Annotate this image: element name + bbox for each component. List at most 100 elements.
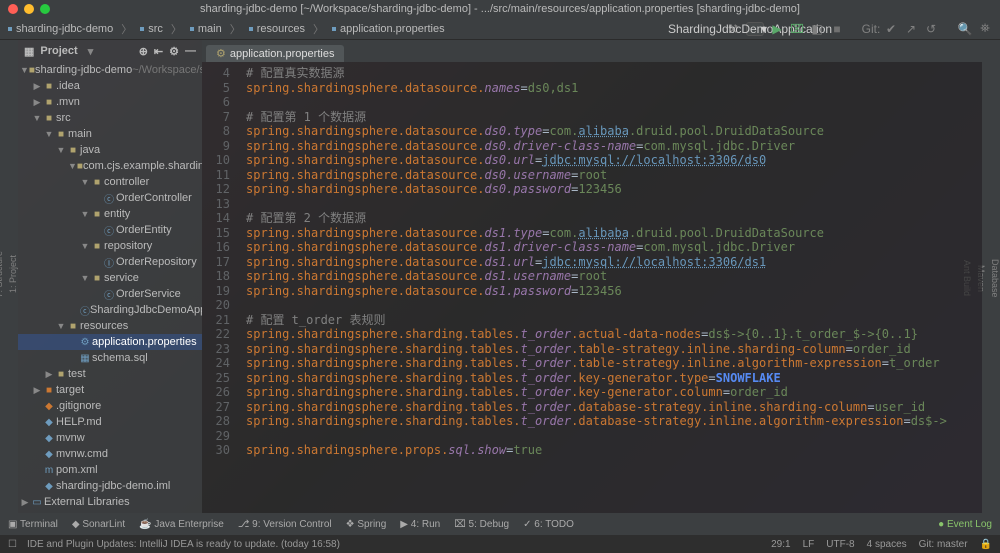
project-tree[interactable]: ▼■ sharding-jdbc-demo ~/Workspace/s▶■ .i… <box>18 62 202 513</box>
code-line[interactable]: # 配置第 2 个数据源 <box>246 211 982 226</box>
tool-window-button[interactable]: Database <box>990 259 1000 298</box>
line-number[interactable]: 30 <box>202 443 238 458</box>
event-log-button[interactable]: ● Event Log <box>938 519 992 530</box>
expand-arrow-icon[interactable]: ▶ <box>32 97 42 108</box>
tree-node[interactable]: ▼■ src <box>18 110 202 126</box>
code-line[interactable] <box>246 298 982 313</box>
expand-arrow-icon[interactable]: ▼ <box>32 113 42 123</box>
breadcrumb-item[interactable]: application.properties <box>340 23 445 35</box>
breadcrumb-item[interactable]: sharding-jdbc-demo <box>16 23 113 35</box>
expand-arrow-icon[interactable]: ▼ <box>80 273 90 283</box>
tree-node[interactable]: ▶■ .mvn <box>18 94 202 110</box>
tree-node[interactable]: ▶■ test <box>18 366 202 382</box>
hide-icon[interactable]: — <box>185 45 196 57</box>
code-line[interactable]: spring.shardingsphere.datasource.names=d… <box>246 81 982 96</box>
bottom-tool-button[interactable]: ❖ Spring <box>346 519 387 530</box>
code-line[interactable]: spring.shardingsphere.datasource.ds1.use… <box>246 269 982 284</box>
code-line[interactable] <box>246 197 982 212</box>
tree-node[interactable]: ⓒ ShardingJdbcDemoApp <box>18 302 202 318</box>
search-icon[interactable]: 🔍 <box>958 22 972 36</box>
line-number[interactable]: 9 <box>202 139 238 154</box>
tree-node[interactable]: ⓒ OrderController <box>18 190 202 206</box>
bottom-tool-button[interactable]: ⌧ 5: Debug <box>454 519 509 530</box>
expand-arrow-icon[interactable]: ▶ <box>20 497 30 508</box>
line-number[interactable]: 16 <box>202 240 238 255</box>
line-number[interactable]: 18 <box>202 269 238 284</box>
code-line[interactable]: # 配置 t_order 表规则 <box>246 313 982 328</box>
code-line[interactable]: spring.shardingsphere.datasource.ds1.typ… <box>246 226 982 241</box>
run-icon[interactable]: ▶ <box>770 22 784 36</box>
coverage-icon[interactable]: ◧ <box>810 22 824 36</box>
code-line[interactable]: spring.shardingsphere.sharding.tables.t_… <box>246 400 982 415</box>
tree-node[interactable]: ◆ mvnw <box>18 430 202 446</box>
line-number[interactable]: 12 <box>202 182 238 197</box>
line-number[interactable]: 22 <box>202 327 238 342</box>
code-line[interactable]: spring.shardingsphere.sharding.tables.t_… <box>246 327 982 342</box>
code-line[interactable]: spring.shardingsphere.datasource.ds0.pas… <box>246 182 982 197</box>
tree-node[interactable]: ▼■ com.cjs.example.sharding <box>18 158 202 174</box>
code-line[interactable]: spring.shardingsphere.sharding.tables.t_… <box>246 356 982 371</box>
editor-tab-application-properties[interactable]: ⚙ application.properties <box>206 45 344 62</box>
line-ending[interactable]: LF <box>803 539 815 550</box>
expand-arrow-icon[interactable]: ▶ <box>32 385 42 396</box>
line-number[interactable]: 11 <box>202 168 238 183</box>
line-number[interactable]: 24 <box>202 356 238 371</box>
tree-node[interactable]: ▼■ main <box>18 126 202 142</box>
line-number[interactable]: 14 <box>202 211 238 226</box>
code-line[interactable] <box>246 429 982 444</box>
bottom-tool-button[interactable]: ☕ Java Enterprise <box>139 519 224 530</box>
tree-node[interactable]: ◆ mvnw.cmd <box>18 446 202 462</box>
code-line[interactable]: spring.shardingsphere.sharding.tables.t_… <box>246 371 982 386</box>
tree-node[interactable]: ⓒ OrderService <box>18 286 202 302</box>
expand-arrow-icon[interactable]: ▼ <box>80 177 90 187</box>
expand-arrow-icon[interactable]: ▶ <box>44 369 54 380</box>
tree-node[interactable]: ◆ .gitignore <box>18 398 202 414</box>
tree-node[interactable]: ✎ Scratches and Consoles <box>18 510 202 513</box>
target-icon[interactable]: ⊕ <box>139 45 148 58</box>
tree-node[interactable]: m pom.xml <box>18 462 202 478</box>
tree-node[interactable]: ▼■ controller <box>18 174 202 190</box>
stop-icon[interactable]: ■ <box>830 22 844 36</box>
tree-node[interactable]: ▶■ target <box>18 382 202 398</box>
tree-node[interactable]: ▼■ java <box>18 142 202 158</box>
tree-node[interactable]: ▶▭ External Libraries <box>18 494 202 510</box>
code-line[interactable]: spring.shardingsphere.sharding.tables.t_… <box>246 342 982 357</box>
settings-icon[interactable]: ⛯ <box>978 22 992 36</box>
expand-arrow-icon[interactable]: ▶ <box>32 81 42 92</box>
bottom-tool-button[interactable]: ▶ 4: Run <box>400 519 440 530</box>
line-number[interactable]: 25 <box>202 371 238 386</box>
code-line[interactable]: spring.shardingsphere.datasource.ds1.dri… <box>246 240 982 255</box>
code-line[interactable]: spring.shardingsphere.datasource.ds1.url… <box>246 255 982 270</box>
code-line[interactable]: spring.shardingsphere.sharding.tables.t_… <box>246 414 982 429</box>
git-branch[interactable]: Git: master <box>919 539 968 550</box>
bottom-tool-button[interactable]: ✓ 6: TODO <box>523 519 574 530</box>
code-line[interactable]: # 配置第 1 个数据源 <box>246 110 982 125</box>
run-config-combo[interactable]: ShardingJdbcDemoApplication▾ <box>746 22 764 36</box>
tree-node[interactable]: ▼■ sharding-jdbc-demo ~/Workspace/s <box>18 62 202 78</box>
tree-node[interactable]: ⓒ OrderEntity <box>18 222 202 238</box>
project-dropdown-icon[interactable]: ▦ <box>24 45 34 58</box>
breadcrumb-item[interactable]: main <box>198 23 222 35</box>
notification-icon[interactable]: ☐ <box>8 539 17 550</box>
line-number[interactable]: 4 <box>202 66 238 81</box>
encoding[interactable]: UTF-8 <box>826 539 854 550</box>
line-number[interactable]: 20 <box>202 298 238 313</box>
code-line[interactable]: spring.shardingsphere.datasource.ds0.dri… <box>246 139 982 154</box>
readonly-lock-icon[interactable]: 🔒 <box>980 539 992 550</box>
git-push-icon[interactable]: ↗ <box>904 22 918 36</box>
expand-arrow-icon[interactable]: ▼ <box>44 129 54 139</box>
git-history-icon[interactable]: ↺ <box>924 22 938 36</box>
code-line[interactable]: spring.shardingsphere.datasource.ds0.url… <box>246 153 982 168</box>
bottom-tool-button[interactable]: ◆ SonarLint <box>72 519 125 530</box>
code-line[interactable]: spring.shardingsphere.datasource.ds0.use… <box>246 168 982 183</box>
line-number[interactable]: 29 <box>202 429 238 444</box>
tree-node[interactable]: ⚙ application.properties <box>18 334 202 350</box>
caret-position[interactable]: 29:1 <box>771 539 790 550</box>
tree-node[interactable]: ▼■ resources <box>18 318 202 334</box>
expand-arrow-icon[interactable]: ▼ <box>80 241 90 251</box>
line-number[interactable]: 15 <box>202 226 238 241</box>
tree-node[interactable]: ▼■ entity <box>18 206 202 222</box>
breadcrumb-item[interactable]: src <box>148 23 163 35</box>
line-number[interactable]: 23 <box>202 342 238 357</box>
line-number[interactable]: 6 <box>202 95 238 110</box>
